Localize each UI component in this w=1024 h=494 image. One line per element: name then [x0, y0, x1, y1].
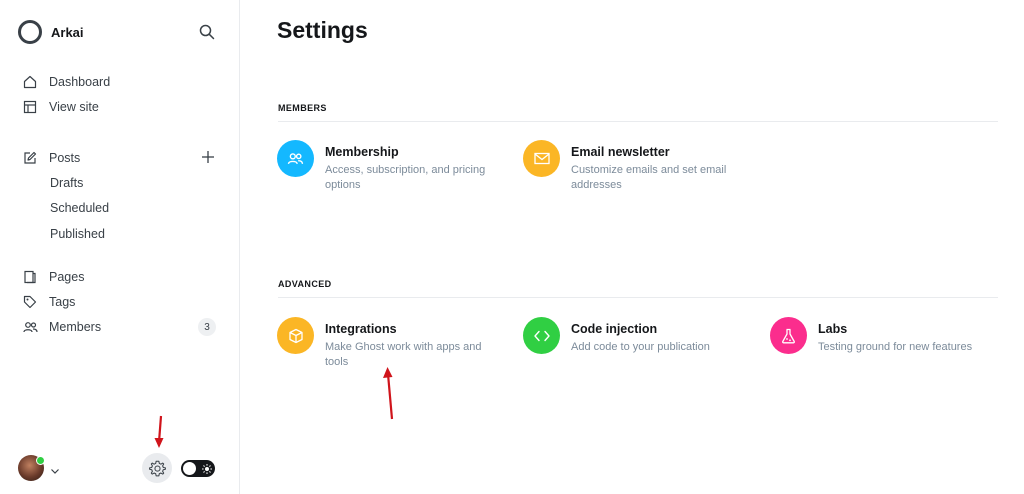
chevron-down-icon[interactable]	[50, 463, 60, 474]
card-description-line: Customize emails and set email	[571, 164, 727, 176]
sidebar-item-pages[interactable]: Pages	[22, 267, 84, 287]
settings-card-email-newsletter[interactable]: Email newsletter Customize emails and se…	[523, 140, 726, 193]
sun-icon	[200, 462, 213, 475]
site-logo	[18, 20, 42, 44]
sidebar: Arkai Dashboard View site Posts Drafts S…	[0, 0, 240, 494]
annotation-arrow-integrations	[383, 367, 394, 420]
card-description-line: Testing ground for new features	[818, 341, 973, 353]
card-description: Access, subscription, and pricing option…	[325, 163, 485, 193]
divider	[278, 121, 998, 122]
sidebar-item-published[interactable]: Published	[50, 224, 105, 244]
sidebar-item-view-site[interactable]: View site	[22, 97, 99, 117]
pages-icon	[22, 269, 38, 285]
sidebar-item-label: Dashboard	[49, 75, 111, 89]
sidebar-item-dashboard[interactable]: Dashboard	[22, 72, 110, 92]
card-description: Customize emails and set email addresses	[571, 163, 726, 193]
integrations-icon-circle	[277, 317, 314, 354]
page-title: Settings	[277, 17, 368, 43]
card-title: Labs	[818, 322, 848, 336]
sidebar-item-drafts[interactable]: Drafts	[50, 173, 83, 193]
toggle-knob	[183, 462, 196, 475]
card-description-line: Make Ghost work with apps and	[325, 341, 482, 353]
members-count-badge: 3	[198, 318, 216, 336]
online-status-dot	[36, 456, 45, 465]
settings-card-membership[interactable]: Membership Access, subscription, and pri…	[277, 140, 485, 193]
labs-icon-circle	[770, 317, 807, 354]
card-description-line: Access, subscription, and pricing	[325, 164, 486, 176]
settings-button[interactable]	[142, 453, 172, 483]
membership-icon-circle	[277, 140, 314, 177]
mail-icon	[533, 152, 550, 165]
new-post-plus-icon[interactable]	[200, 149, 216, 165]
card-description-line: tools	[325, 356, 349, 368]
sidebar-item-posts[interactable]: Posts	[22, 148, 80, 168]
sidebar-item-tags[interactable]: Tags	[22, 292, 75, 312]
settings-card-integrations[interactable]: Integrations Make Ghost work with apps a…	[277, 317, 482, 370]
annotation-arrow-settings	[154, 415, 164, 448]
home-icon	[22, 74, 38, 90]
card-title: Membership	[325, 145, 399, 159]
dark-mode-toggle[interactable]	[181, 460, 215, 477]
settings-card-code-injection[interactable]: Code injection Add code to your publicat…	[523, 317, 710, 355]
divider	[278, 297, 998, 298]
search-icon[interactable]	[197, 22, 217, 42]
section-label-members: MEMBERS	[278, 103, 327, 113]
card-description-line: Add code to your publication	[571, 341, 710, 353]
sidebar-item-label: View site	[49, 100, 99, 114]
card-title: Email newsletter	[571, 145, 670, 159]
code-injection-icon-circle	[523, 317, 560, 354]
sidebar-item-label: Members	[49, 320, 102, 334]
card-description: Make Ghost work with apps and tools	[325, 340, 482, 370]
gear-icon	[148, 460, 166, 476]
card-title: Code injection	[571, 322, 658, 336]
card-description: Testing ground for new features	[818, 340, 972, 355]
site-name: Arkai	[51, 24, 84, 40]
site-brand[interactable]: Arkai	[18, 20, 84, 44]
members-icon	[22, 319, 38, 335]
sidebar-item-label: Posts	[49, 151, 81, 165]
card-description: Add code to your publication	[571, 340, 710, 355]
sidebar-item-members[interactable]: Members	[22, 317, 101, 337]
card-description-line: options	[325, 179, 361, 191]
sidebar-item-label: Pages	[49, 270, 85, 284]
tag-icon	[22, 294, 38, 310]
code-icon	[533, 330, 550, 341]
user-menu[interactable]	[18, 455, 45, 481]
section-label-advanced: ADVANCED	[278, 279, 332, 289]
card-title: Integrations	[325, 322, 397, 336]
edit-icon	[22, 150, 38, 166]
card-description-line: addresses	[571, 179, 622, 191]
box-icon	[288, 328, 303, 343]
layout-icon	[22, 99, 38, 115]
sidebar-item-scheduled[interactable]: Scheduled	[50, 198, 109, 218]
flask-icon	[782, 328, 795, 343]
members-icon	[287, 153, 304, 165]
settings-card-labs[interactable]: Labs Testing ground for new features	[770, 317, 972, 355]
sidebar-item-label: Tags	[49, 295, 76, 309]
email-icon-circle	[523, 140, 560, 177]
